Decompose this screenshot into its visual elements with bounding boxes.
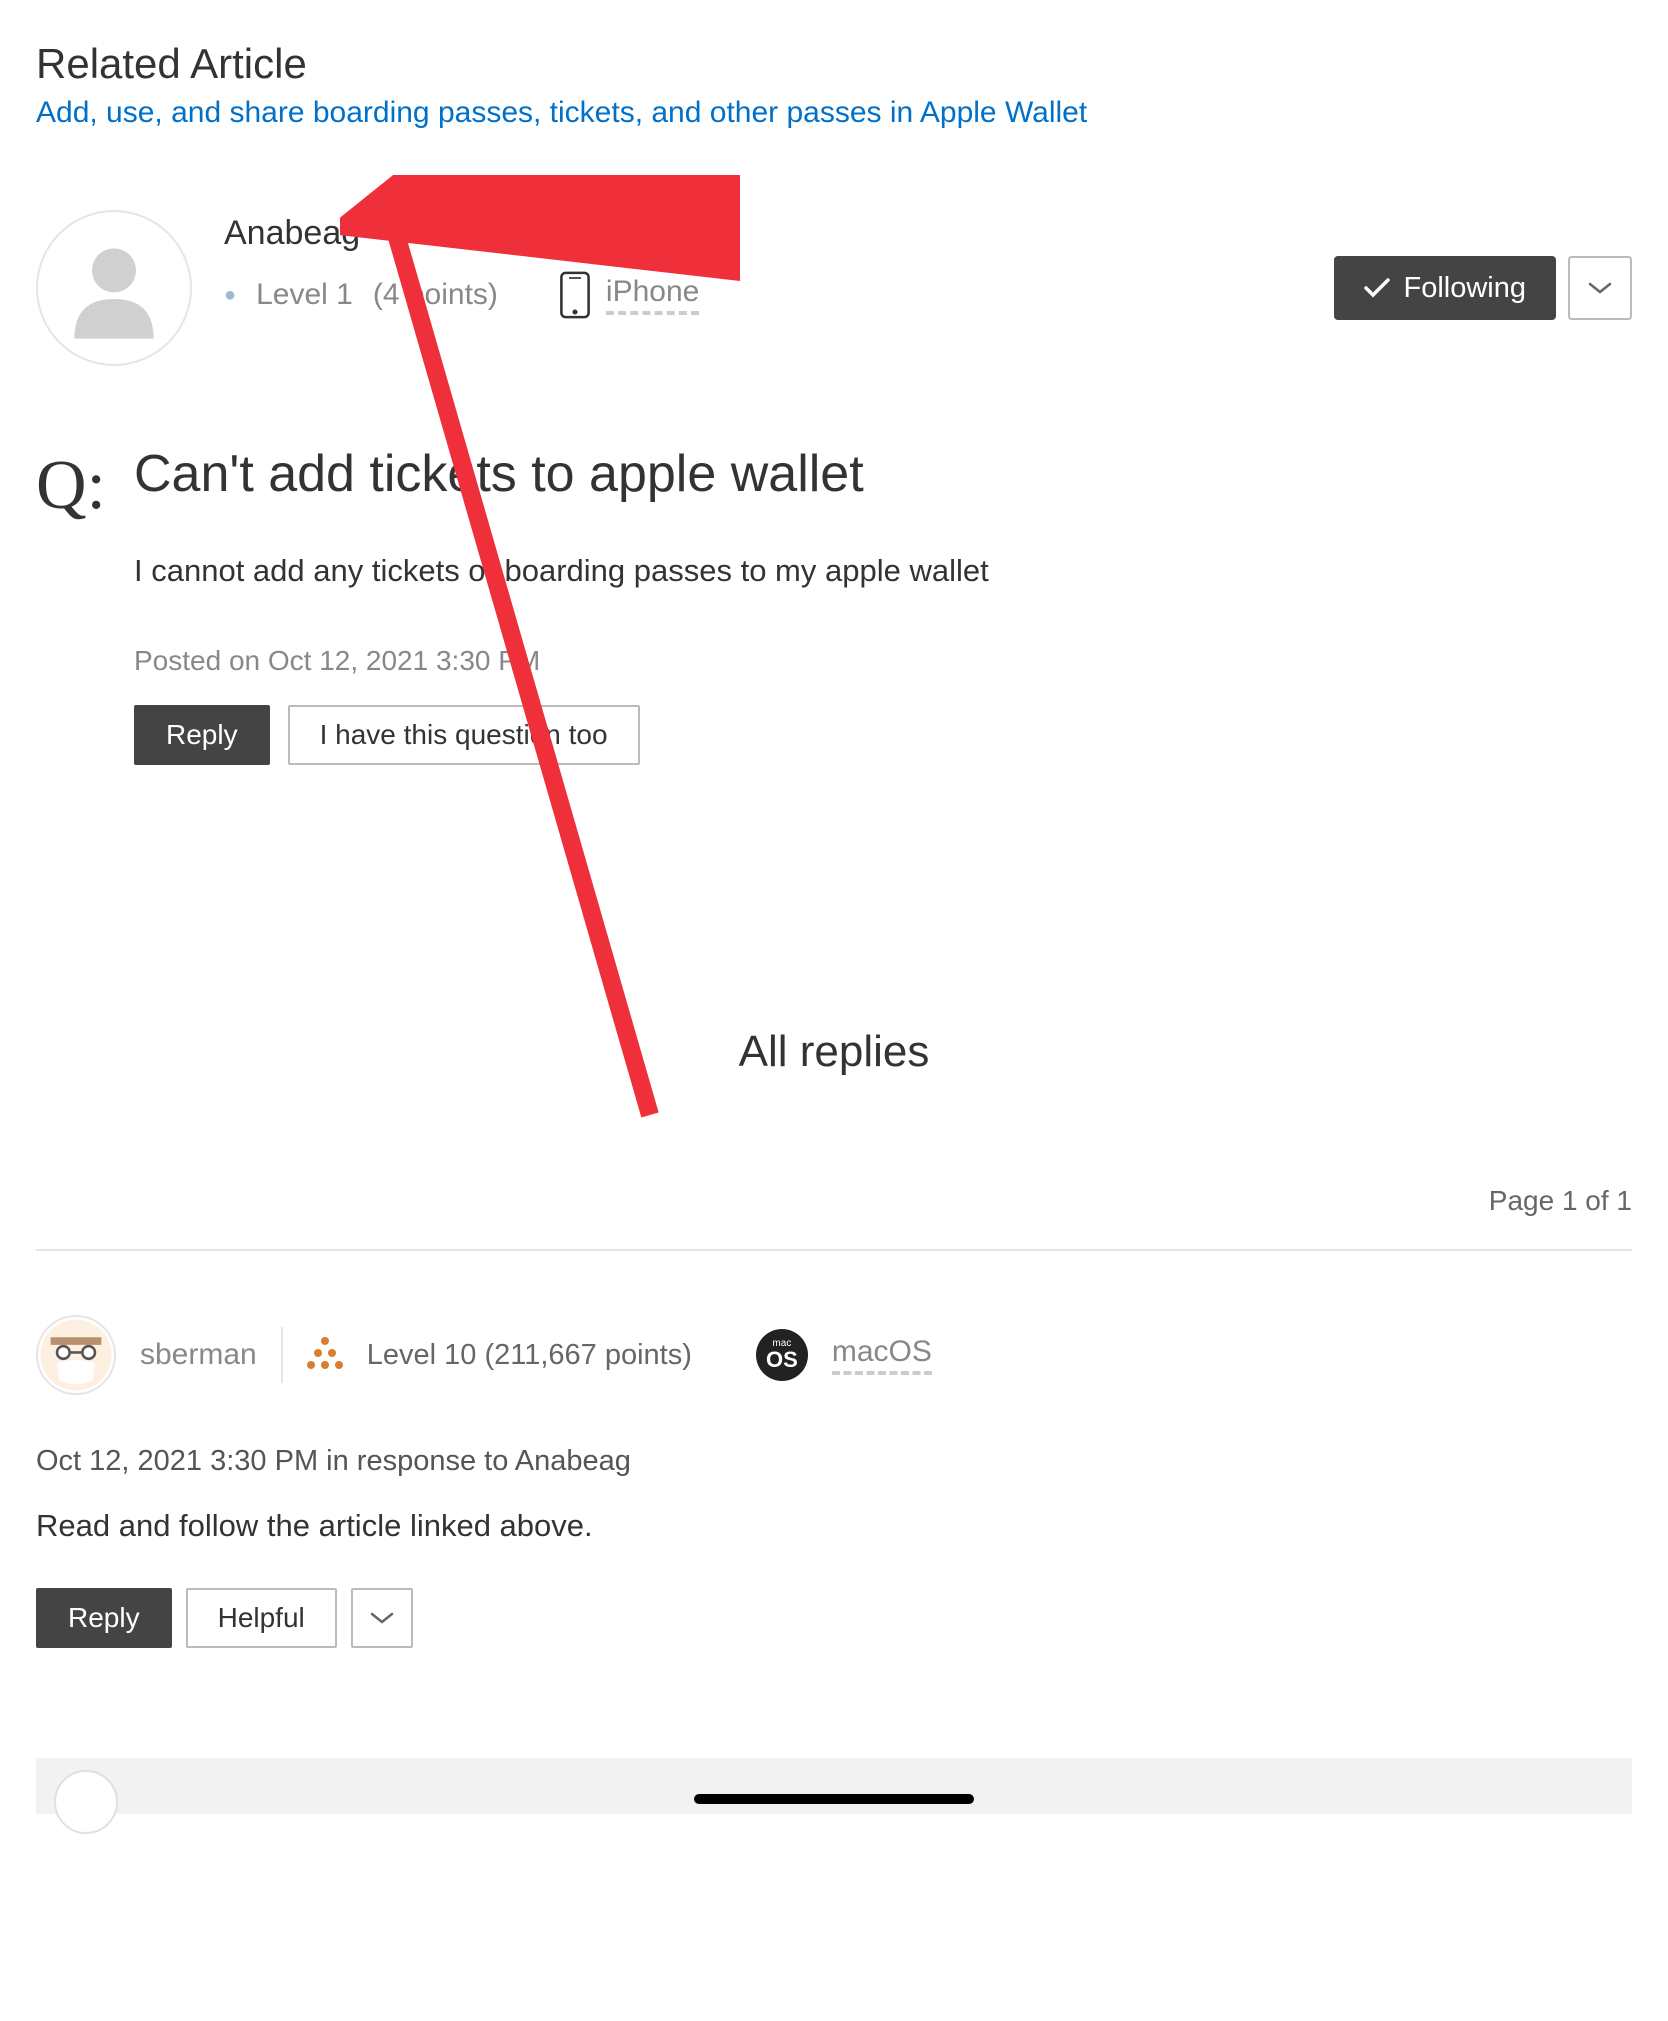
memoji-mask-icon [38,1317,114,1393]
reply-timestamp: Oct 12, 2021 3:30 PM in response to Anab… [36,1445,1632,1478]
macos-badge-icon: mac OS [756,1329,808,1381]
home-indicator [694,1794,974,1804]
page-indicator: Page 1 of 1 [36,1185,1632,1217]
reply-level: Level 10 (211,667 points) [367,1339,692,1372]
question-body: I cannot add any tickets or boarding pas… [134,553,1632,589]
question-posted-date: Posted on Oct 12, 2021 3:30 PM [134,645,1632,677]
reply-reply-button[interactable]: Reply [36,1588,172,1648]
person-icon [59,233,169,343]
reply-avatar[interactable] [36,1315,116,1395]
meta-bullet-icon: ● [224,284,236,307]
reply-body: Read and follow the article linked above… [36,1508,1632,1544]
poster-avatar[interactable] [36,210,192,366]
chevron-down-icon [369,1611,395,1625]
helpful-button[interactable]: Helpful [186,1588,337,1648]
reply-author-name[interactable]: sberman [140,1338,257,1372]
vertical-separator [281,1327,283,1383]
reply-header: sberman Level 10 (211,667 points) mac OS… [36,1315,1632,1395]
related-article-heading: Related Article [36,40,1632,88]
following-label: Following [1404,272,1527,305]
follow-dropdown-button[interactable] [1568,256,1632,320]
related-article-link[interactable]: Add, use, and share boarding passes, tic… [36,96,1087,130]
check-icon [1364,278,1390,298]
all-replies-heading: All replies [36,1027,1632,1077]
bottom-bar [36,1758,1632,1814]
poster-name[interactable]: Anabeag [224,214,699,253]
next-reply-avatar [54,1770,118,1834]
section-divider [36,1249,1632,1251]
poster-device: iPhone [606,275,699,315]
reply-button[interactable]: Reply [134,705,270,765]
question-prefix: Q: [36,446,106,526]
iphone-icon [558,271,592,319]
level-badge-icon [307,1335,343,1376]
following-button[interactable]: Following [1334,256,1557,320]
reply-more-button[interactable] [351,1588,413,1648]
reply-platform: macOS [832,1335,932,1375]
chevron-down-icon [1586,280,1614,296]
poster-level: Level 1 [256,278,353,312]
me-too-button[interactable]: I have this question too [288,705,640,765]
question-title: Can't add tickets to apple wallet [134,446,1632,503]
poster-points: (4 points) [373,278,498,312]
